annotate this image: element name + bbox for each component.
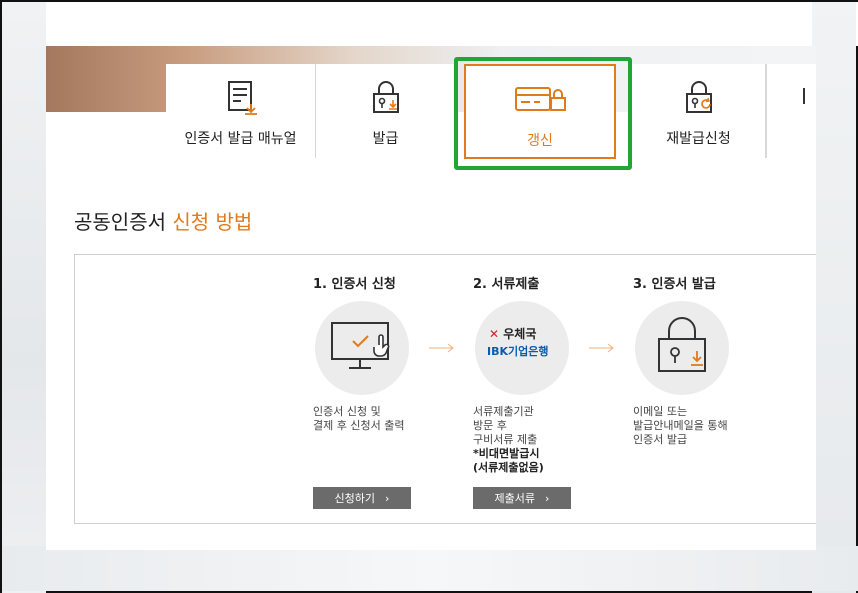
tab-renew[interactable]: 갱신 [464, 64, 616, 159]
desc-line: 인증서 신청 및 [313, 405, 381, 418]
step-title: 2. 서류제출 [473, 277, 540, 292]
button-label: 제출서류 [494, 492, 536, 505]
desc-line: 결제 후 신청서 출력 [313, 419, 405, 432]
desc-line: 서류제출기관 [473, 405, 534, 418]
desc-line: 인증서 발급 [633, 433, 688, 446]
desc-strong-line: (서류제출없음) [473, 461, 544, 474]
step-title: 3. 인증서 발급 [633, 277, 716, 292]
post-office-name: 우체국 [503, 327, 537, 341]
bottom-background [2, 546, 858, 591]
step-title: 1. 인증서 신청 [313, 277, 396, 292]
step-description: 서류제출기관 방문 후 구비서류 제출 *비대면발급시 (서류제출없음) [473, 405, 544, 475]
step-icon-circle [635, 301, 729, 395]
tab-issue[interactable]: 발급 [316, 64, 456, 158]
tab-label: 갱신 [527, 133, 553, 149]
tab-partial[interactable] [766, 64, 816, 158]
section-title: 공동인증서 신청 방법 [74, 206, 252, 235]
ibk-name: IBK기업은행 [487, 345, 549, 358]
top-background [2, 2, 858, 46]
section-title-text: 공동인증서 [74, 210, 173, 234]
card-lock-icon [515, 87, 566, 111]
lock-refresh-icon [685, 81, 712, 113]
lock-download-icon [372, 81, 399, 113]
tab-manual[interactable]: 인증서 발급 매뉴얼 [166, 64, 316, 158]
post-office-logo: ✕ 우체국 [489, 325, 536, 342]
arrow-right-icon [589, 343, 614, 353]
left-background [2, 2, 46, 593]
tab-label: 재발급신청 [666, 131, 731, 147]
right-background [812, 2, 856, 593]
chevron-right-icon: › [545, 491, 550, 505]
tab-label: 인증서 발급 매뉴얼 [184, 131, 297, 147]
apply-button[interactable]: 신청하기 › [313, 487, 411, 509]
desc-line: 구비서류 제출 [473, 433, 538, 446]
desc-line: 방문 후 [473, 419, 507, 432]
arrow-right-icon [429, 343, 454, 353]
button-label: 신청하기 [334, 492, 376, 505]
ibk-logo: IBK기업은행 [487, 343, 548, 359]
step-icon-circle [315, 301, 409, 395]
content-panel: 인증서 발급 매뉴얼 발급 갱신 재발급신청 공동인증서 신청 방법 1. 인증… [46, 46, 816, 550]
tab-label: 발급 [372, 131, 399, 147]
lock-download-icon [658, 317, 706, 372]
step-icon-circle: ✕ 우체국 IBK기업은행 [475, 301, 569, 395]
step-description: 이메일 또는 발급안내메일을 통해 인증서 발급 [633, 405, 728, 447]
desc-line: 이메일 또는 [633, 405, 688, 418]
partial-icon [803, 88, 805, 104]
steps-box: 1. 인증서 신청 인증서 신청 및 결제 후 신청서 출력 신청하기 › 2.… [74, 254, 816, 524]
chevron-right-icon: › [385, 491, 390, 505]
tab-reissue[interactable]: 재발급신청 [632, 64, 766, 158]
desc-line: 발급안내메일을 통해 [633, 419, 728, 432]
post-office-mark-icon: ✕ [489, 327, 500, 341]
desc-strong-line: *비대면발급시 [473, 447, 540, 460]
documents-button[interactable]: 제출서류 › [473, 487, 571, 509]
monitor-check-icon [331, 322, 390, 369]
step-description: 인증서 신청 및 결제 후 신청서 출력 [313, 405, 404, 433]
section-title-highlight: 신청 방법 [172, 210, 253, 234]
document-download-icon [227, 81, 257, 115]
